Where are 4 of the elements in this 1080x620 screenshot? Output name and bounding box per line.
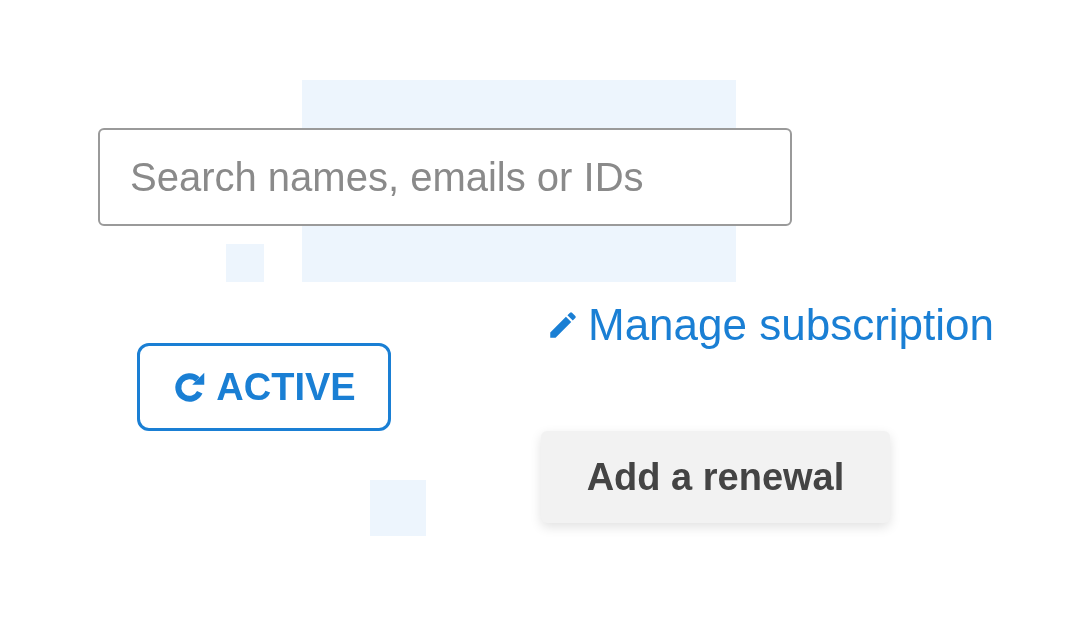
manage-subscription-link[interactable]: Manage subscription xyxy=(546,292,994,358)
search-field[interactable]: Search names, emails or IDs xyxy=(98,128,792,226)
add-renewal-button[interactable]: Add a renewal xyxy=(541,431,890,523)
status-label: ACTIVE xyxy=(216,364,356,410)
